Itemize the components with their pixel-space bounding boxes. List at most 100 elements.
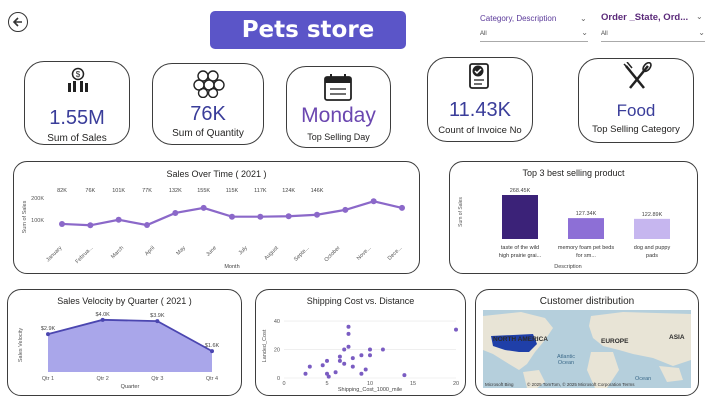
- kpi-top-day-label: Top Selling Day: [307, 132, 370, 142]
- data-point: [363, 367, 368, 372]
- data-point: [454, 327, 458, 332]
- fork-knife-icon: [623, 62, 652, 89]
- y-tick-label: 20: [274, 348, 280, 354]
- map-attribution-bing: Microsoft Bing: [485, 382, 514, 387]
- data-point: [100, 317, 105, 322]
- customer-map-panel: Customer distribution NORTH AMERICA EURO…: [475, 289, 699, 396]
- kpi-invoice-label: Count of Invoice No: [438, 125, 522, 136]
- y-axis-label: Landed_Cost: [262, 329, 268, 362]
- data-point: [359, 353, 364, 358]
- data-point: [144, 222, 150, 229]
- top-products-chart: Sum of Sales 268.45K taste of the wild high…: [458, 188, 671, 270]
- world-map: [483, 312, 691, 388]
- data-point: [399, 204, 405, 211]
- top-products-panel: Top 3 best selling product Sum of Sales 2…: [449, 161, 698, 274]
- data-label: $3.9K: [150, 313, 165, 319]
- kpi-top-category-card: Food Top Selling Category: [578, 58, 694, 143]
- bar: [502, 195, 538, 239]
- x-tick-label: 20: [453, 381, 459, 387]
- data-point: [368, 353, 372, 358]
- data-label: 117K: [254, 188, 267, 194]
- data-point: [368, 347, 372, 352]
- money-chart-icon: $: [68, 67, 88, 92]
- data-label: $4.0K: [95, 312, 110, 318]
- data-point: [350, 364, 355, 369]
- slicer-order-state-label: Order _State, Ord...: [601, 12, 689, 23]
- x-tick-label: Februa...: [75, 245, 95, 265]
- kpi-top-day-card: Monday Top Selling Day: [286, 66, 391, 148]
- kpi-top-category-value: Food: [616, 101, 656, 120]
- x-tick-label: April: [144, 245, 156, 257]
- bar: [634, 218, 670, 239]
- y-tick-label: 100K: [31, 218, 44, 224]
- data-label: 146K: [311, 188, 324, 194]
- x-axis-label: Description: [554, 264, 582, 270]
- x-tick-label: October: [324, 245, 342, 263]
- x-tick-label: Septe...: [293, 245, 311, 263]
- data-point: [342, 361, 347, 366]
- data-label: 132K: [169, 188, 182, 194]
- data-point: [333, 370, 338, 375]
- data-point: [337, 358, 342, 363]
- data-point: [155, 319, 160, 324]
- data-point: [115, 216, 122, 223]
- kpi-top-category-label: Top Selling Category: [592, 124, 680, 135]
- slicer-category-dropdown[interactable]: All ⌄: [480, 28, 588, 42]
- map-view[interactable]: NORTH AMERICA EUROPE ASIA Atlantic Ocean…: [483, 310, 691, 388]
- map-attribution[interactable]: © 2025 TomTom, © 2025 Microsoft Corporat…: [527, 382, 635, 387]
- data-point: [342, 206, 349, 213]
- data-point: [346, 344, 351, 349]
- data-label: 115K: [226, 188, 239, 194]
- shipping-scatter-chart: Landed_Cost402000 5 10 15 20Shipping_Cost_10…: [262, 319, 459, 393]
- slicer-category-label: Category, Description: [480, 14, 557, 23]
- chevron-down-icon: ⌄: [696, 12, 703, 21]
- data-point: [229, 213, 235, 220]
- slicer-category[interactable]: Category, Description ⌄ All ⌄: [480, 14, 588, 42]
- chevron-down-icon: ⌄: [698, 28, 705, 37]
- data-label: 124K: [282, 188, 295, 194]
- data-point: [59, 220, 65, 227]
- y-tick-label: 40: [274, 319, 280, 325]
- data-point: [342, 347, 347, 352]
- back-button[interactable]: [8, 12, 28, 32]
- x-axis-label: Quarter: [121, 384, 140, 390]
- slicer-order-state[interactable]: Order _State, Ord... ⌄ All ⌄: [601, 12, 705, 42]
- data-point: [337, 354, 342, 359]
- data-point: [210, 349, 214, 354]
- x-tick-label: July: [238, 245, 249, 256]
- x-tick-label: August: [263, 245, 280, 262]
- svg-text:$: $: [76, 70, 81, 79]
- chevron-down-icon: ⌄: [581, 28, 588, 37]
- kpi-top-day-value: Monday: [301, 104, 376, 127]
- sales-velocity-chart: Sales Velocity $2.9K Qtr 1 $4.0K Qtr 2 $3.9K Q…: [18, 312, 220, 390]
- kpi-sales-card: $ 1.55M Sum of Sales: [24, 61, 130, 145]
- data-point: [87, 222, 94, 229]
- x-tick-label: dog and puppy pads: [634, 245, 671, 259]
- data-point: [46, 332, 50, 337]
- sales-line: [61, 200, 403, 227]
- data-point: [370, 198, 377, 205]
- sales-over-time-panel: Sales Over Time ( 2021 ) Sum of Sales 200…: [13, 161, 420, 274]
- data-label: 101K: [112, 188, 125, 194]
- x-axis-label: Shipping_Cost_1000_mile: [338, 387, 402, 393]
- kpi-invoice-value: 11.43K: [449, 99, 511, 121]
- kpi-quantity-card: 76K Sum of Quantity: [152, 63, 264, 145]
- data-label: $1.6K: [205, 343, 220, 349]
- x-tick-label: Nove...: [356, 245, 373, 262]
- calendar-icon: [324, 74, 352, 101]
- shipping-scatter-panel: Shipping Cost vs. Distance Landed_Cost 40…: [255, 289, 466, 396]
- y-axis-label: Sum of Sales: [22, 200, 28, 233]
- data-point: [172, 209, 179, 216]
- y-tick-label: 200K: [31, 196, 44, 202]
- sales-over-time-chart: Sum of Sales200K 100K 82K 76K 101K 77K 132K 155…: [22, 188, 405, 270]
- x-tick-label: Qtr 3: [151, 376, 163, 382]
- data-point: [346, 324, 351, 329]
- map-label-ocean: Ocean: [635, 376, 652, 382]
- data-point: [320, 363, 325, 368]
- data-point: [350, 356, 355, 361]
- x-tick-label: January: [45, 245, 63, 263]
- data-point: [314, 211, 320, 218]
- x-tick-label: March: [110, 245, 125, 260]
- slicer-order-state-dropdown[interactable]: All ⌄: [601, 28, 705, 42]
- chevron-down-icon: ⌄: [580, 14, 587, 23]
